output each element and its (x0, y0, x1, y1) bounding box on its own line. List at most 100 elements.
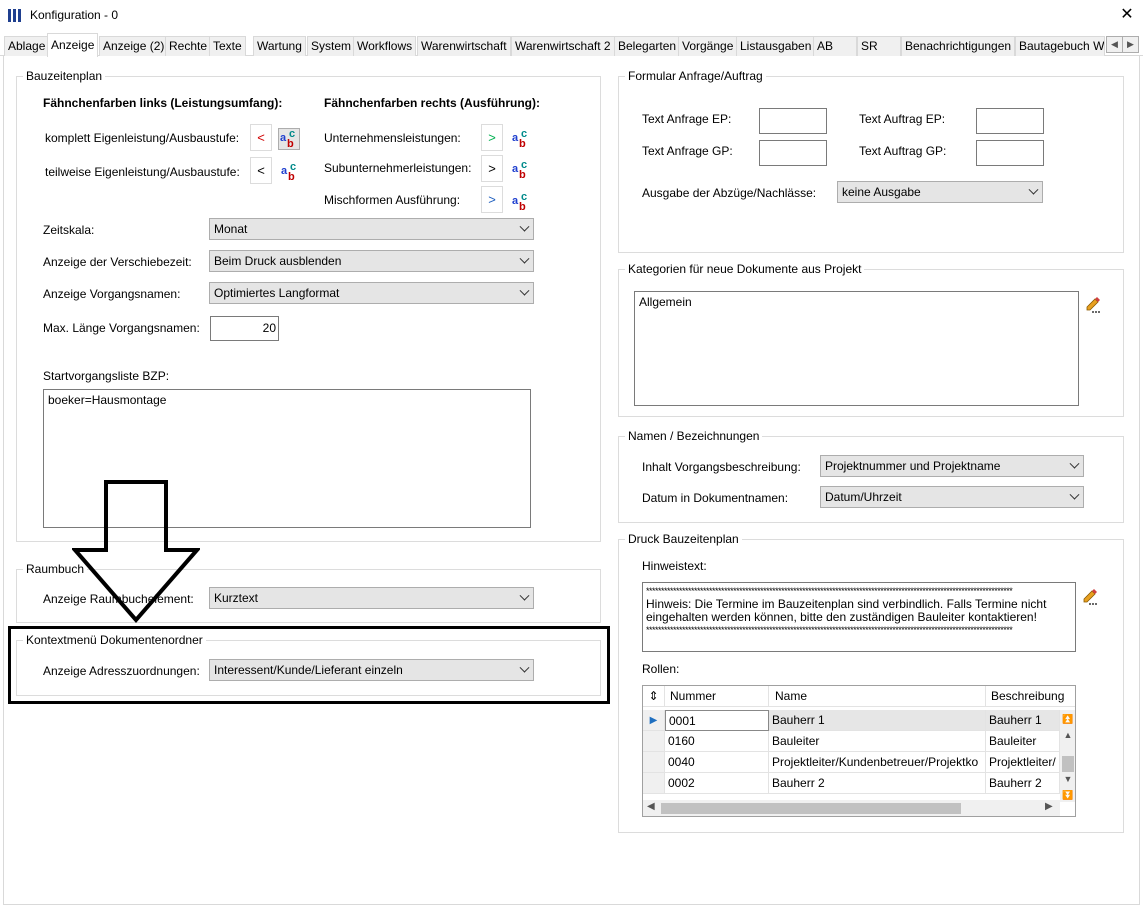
datum-label: Datum in Dokumentnamen: (642, 491, 789, 505)
tab-rechte[interactable]: Rechte (165, 36, 212, 56)
tab-benachrichtigungen[interactable]: Benachrichtigungen (901, 36, 1016, 56)
column-header-name[interactable]: Name (769, 686, 986, 707)
current-row-indicator-icon[interactable]: ▶ (643, 710, 665, 731)
text-anfrage-gp-label: Text Anfrage GP: (642, 144, 733, 158)
tab-scroll-left-icon[interactable]: ◀ (1106, 36, 1123, 53)
ausgabe-label: Ausgabe der Abzüge/Nachlässe: (642, 186, 817, 200)
teilweise-color-button[interactable]: < (250, 157, 272, 184)
tab-sr[interactable]: SR (857, 36, 901, 56)
window-title: Konfiguration - 0 (30, 8, 119, 22)
font-color-icon[interactable]: acb (511, 191, 533, 214)
unternehmen-color-button[interactable]: > (481, 124, 503, 151)
scroll-left-icon[interactable]: ◀ (647, 801, 655, 812)
maxlaenge-input[interactable]: 20 (210, 316, 279, 341)
group-formular: Formular Anfrage/Auftrag (618, 69, 1124, 253)
tab-ablage[interactable]: Ablage (4, 36, 50, 56)
select-value: Optimiertes Langformat (214, 286, 340, 300)
text-anfrage-gp-input[interactable] (759, 140, 827, 166)
text-auftrag-ep-label: Text Auftrag EP: (859, 112, 946, 126)
tab-warenwirtschaft[interactable]: Warenwirtschaft (417, 36, 511, 56)
vorgangsnamen-label: Anzeige Vorgangsnamen: (43, 287, 181, 301)
horizontal-scrollbar[interactable]: ◀ ▶ (643, 800, 1060, 816)
inhalt-select[interactable]: Projektnummer und Projektname (820, 455, 1084, 477)
table-cell[interactable]: Bauherr 1 (769, 710, 986, 731)
table-cell[interactable]: Bauherr 2 (986, 773, 1060, 794)
group-title: Bauzeitenplan (23, 69, 106, 83)
unternehmensleistungen-label: Unternehmensleistungen: (324, 131, 461, 145)
tab-bautagebuch[interactable]: Bautagebuch W (1015, 36, 1105, 56)
table-cell[interactable]: Projektleiter/Kundenbetreuer/Projektko (769, 752, 986, 773)
tab-workflows[interactable]: Workflows (353, 36, 417, 56)
tab-system[interactable]: System (307, 36, 356, 56)
komplett-color-button[interactable]: < (250, 124, 272, 151)
close-icon[interactable]: ✕ (1115, 4, 1139, 26)
scroll-top-icon[interactable]: ⏫ (1060, 712, 1075, 726)
hinweis-stars: ****************************************… (646, 625, 1013, 635)
hinweis-textarea[interactable]: ****************************************… (642, 582, 1076, 652)
zeitskala-select[interactable]: Monat (209, 218, 534, 240)
select-value: Projektnummer und Projektname (825, 459, 1001, 473)
table-cell[interactable]: Bauleiter (986, 731, 1060, 752)
tab-wartung[interactable]: Wartung (253, 36, 306, 56)
table-cell[interactable]: 0002 (665, 773, 769, 794)
table-cell[interactable]: 0001 (665, 710, 769, 731)
row-header[interactable] (643, 752, 665, 773)
row-header[interactable] (643, 731, 665, 752)
font-color-icon[interactable]: acb (278, 128, 300, 150)
mischformen-label: Mischformen Ausführung: (324, 193, 461, 207)
startliste-label: Startvorgangsliste BZP: (43, 369, 170, 383)
font-color-icon[interactable]: acb (280, 161, 302, 184)
scroll-thumb[interactable] (661, 803, 961, 814)
sort-icon[interactable]: ⇕ (643, 686, 665, 707)
tab-belegarten[interactable]: Belegarten (614, 36, 681, 56)
text-auftrag-gp-input[interactable] (976, 140, 1044, 166)
chevron-down-icon (519, 253, 530, 264)
maxlaenge-label: Max. Länge Vorgangsnamen: (43, 321, 200, 335)
tab-anzeige[interactable]: Anzeige (47, 33, 99, 57)
table-cell[interactable]: Bauherr 2 (769, 773, 986, 794)
scroll-up-icon[interactable]: ▲ (1060, 728, 1075, 742)
scroll-right-icon[interactable]: ▶ (1045, 801, 1053, 812)
table-cell[interactable]: Bauleiter (769, 731, 986, 752)
title-bar (0, 0, 1143, 32)
font-color-icon[interactable]: acb (511, 159, 533, 182)
font-color-icon[interactable]: acb (511, 128, 533, 151)
hinweis-line: eingehalten werden können, bitte den zus… (646, 610, 1037, 624)
tab-listausgaben[interactable]: Listausgaben (736, 36, 816, 56)
ausgabe-select[interactable]: keine Ausgabe (837, 181, 1043, 203)
select-value: Kurztext (214, 591, 259, 605)
select-value: Beim Druck ausblenden (214, 254, 342, 268)
table-cell[interactable]: Projektleiter/ (986, 752, 1060, 773)
edit-pencil-icon[interactable] (1084, 295, 1102, 313)
text-auftrag-ep-input[interactable] (976, 108, 1044, 134)
chevron-down-icon (519, 590, 530, 601)
tab-vorgaenge[interactable]: Vorgänge (678, 36, 738, 56)
scroll-down-icon[interactable]: ▼ (1060, 772, 1075, 786)
scroll-thumb[interactable] (1062, 756, 1074, 772)
kategorien-textarea[interactable]: Allgemein (634, 291, 1079, 406)
rollen-label: Rollen: (642, 662, 680, 676)
table-cell[interactable]: Bauherr 1 (986, 710, 1060, 731)
row-header[interactable] (643, 773, 665, 794)
tab-texte[interactable]: Texte (209, 36, 246, 56)
tab-warenwirtschaft-2[interactable]: Warenwirtschaft 2 (511, 36, 615, 56)
subunternehmer-color-button[interactable]: > (481, 155, 503, 182)
table-cell[interactable]: 0040 (665, 752, 769, 773)
annotation-arrow-icon (72, 480, 200, 624)
scroll-bottom-icon[interactable]: ⏬ (1060, 788, 1075, 802)
column-header-beschreibung[interactable]: Beschreibung (986, 686, 1075, 707)
table-cell[interactable]: 0160 (665, 731, 769, 752)
edit-pencil-icon[interactable] (1081, 587, 1099, 605)
vertical-scrollbar[interactable]: ⏫ ▲ ▼ ⏬ (1060, 710, 1075, 802)
vorgangsnamen-select[interactable]: Optimiertes Langformat (209, 282, 534, 304)
datum-select[interactable]: Datum/Uhrzeit (820, 486, 1084, 508)
tab-ab[interactable]: AB (813, 36, 857, 56)
raumbuchelement-select[interactable]: Kurztext (209, 587, 534, 609)
tab-anzeige-2[interactable]: Anzeige (2) (99, 36, 169, 56)
mischformen-color-button[interactable]: > (481, 186, 503, 213)
chevron-down-icon (1028, 184, 1039, 195)
verschiebezeit-select[interactable]: Beim Druck ausblenden (209, 250, 534, 272)
tab-scroll-right-icon[interactable]: ▶ (1122, 36, 1139, 53)
text-anfrage-ep-input[interactable] (759, 108, 827, 134)
column-header-nummer[interactable]: Nummer (665, 686, 769, 707)
